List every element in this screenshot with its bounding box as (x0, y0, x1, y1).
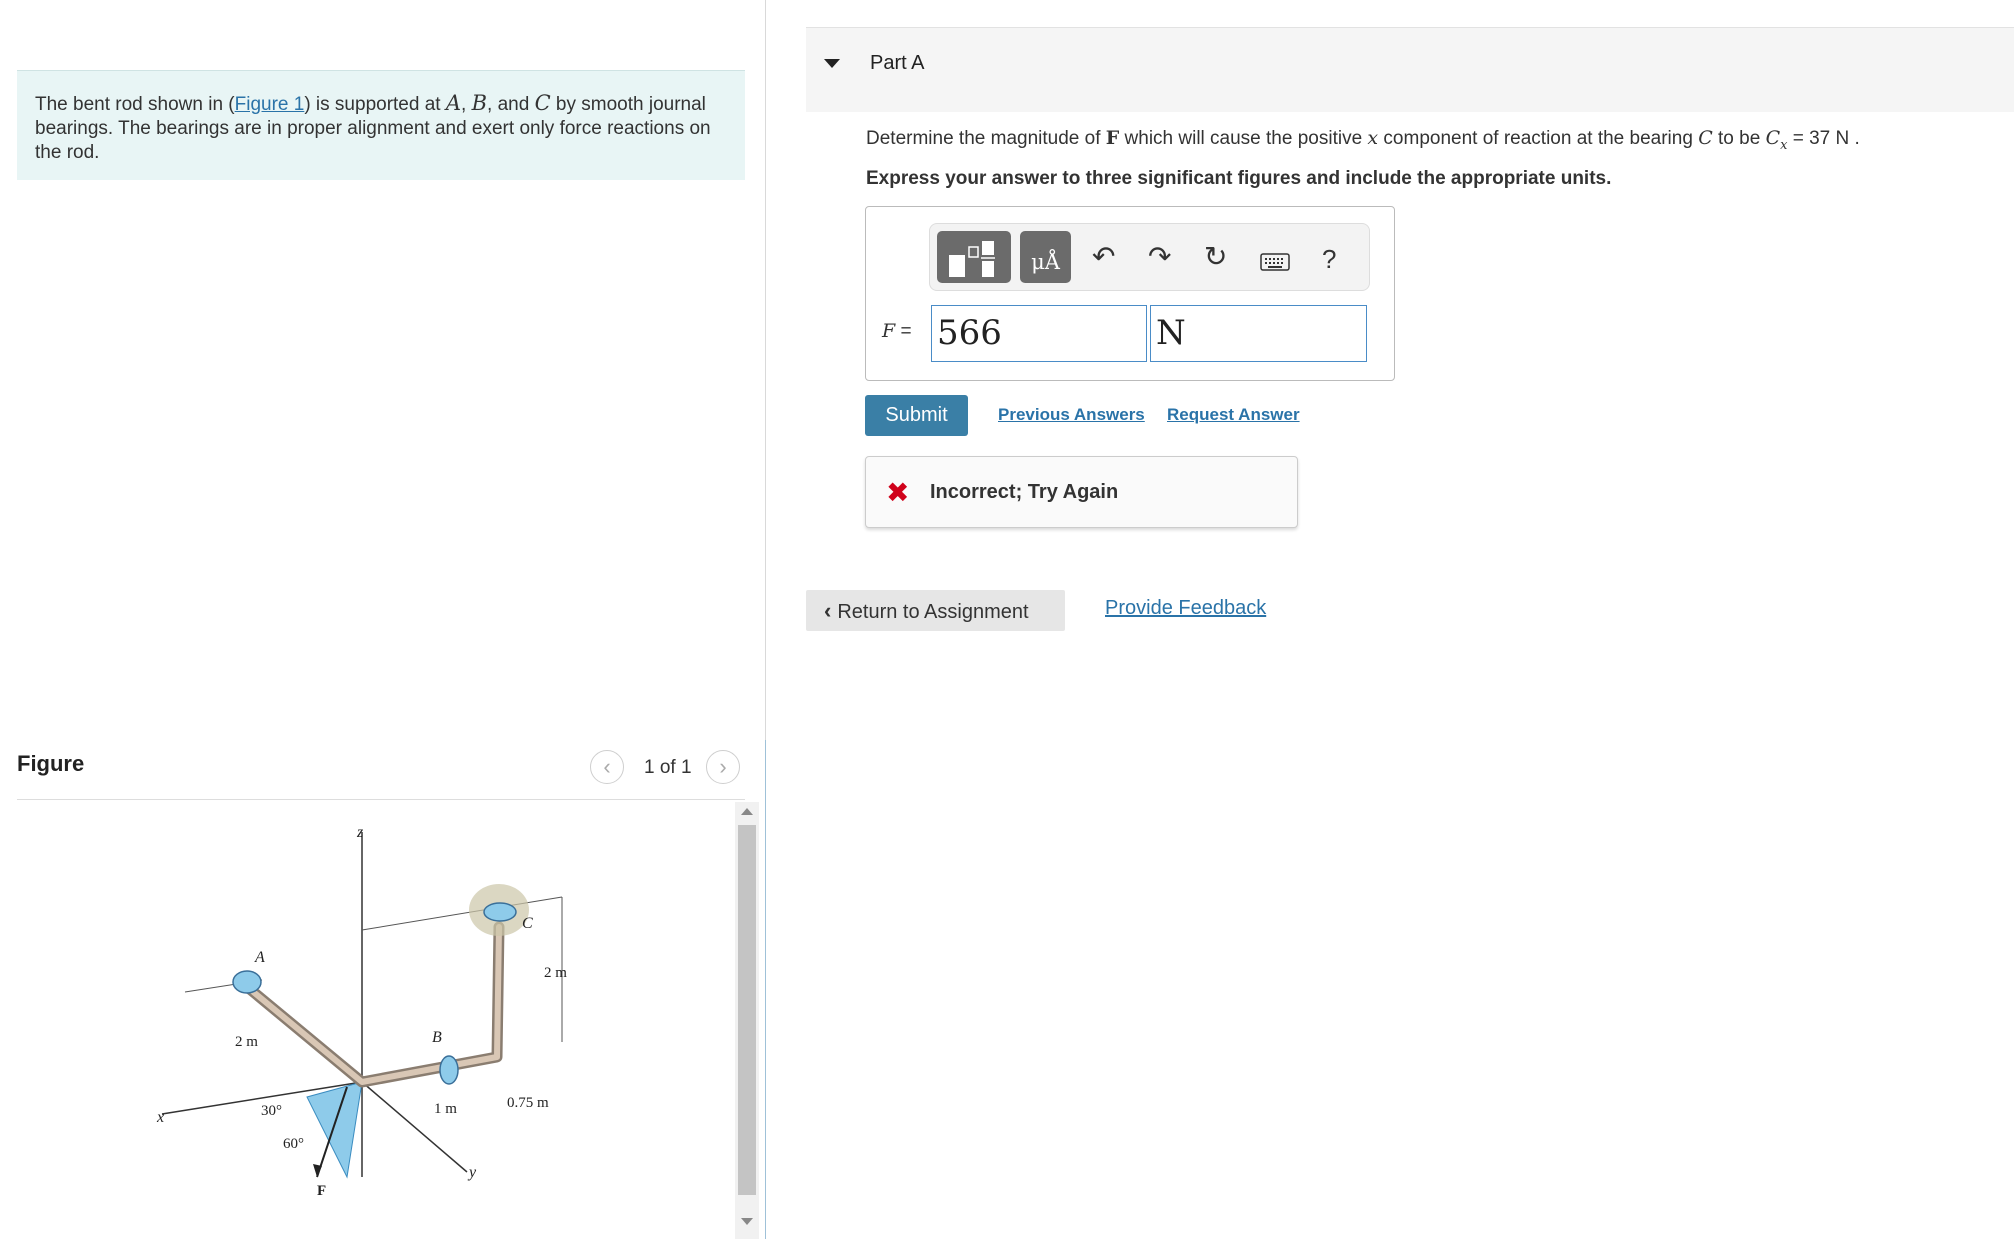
dim-2m-left: 2 m (235, 1034, 258, 1050)
question-fragment: = 37 N . (1787, 128, 1860, 149)
left-panel: The bent rod shown in (Figure 1) is supp… (0, 0, 766, 1239)
math-toolbar: μÅ ↶ ↷ ↻ ? (929, 223, 1370, 291)
figure-link[interactable]: Figure 1 (235, 94, 305, 115)
question-fragment: which will cause the positive (1119, 128, 1368, 149)
axis-z-label: z (356, 824, 364, 841)
previous-answers-link[interactable]: Previous Answers (998, 405, 1145, 425)
caret-down-icon[interactable] (824, 59, 840, 68)
dim-1m: 1 m (434, 1101, 457, 1117)
units-button[interactable]: μÅ (1020, 231, 1071, 283)
figure-scrollbar[interactable] (735, 802, 759, 1239)
templates-icon (949, 241, 995, 277)
math-var-c: C (1698, 127, 1713, 149)
problem-text: , (461, 94, 472, 115)
prev-figure-button[interactable]: ‹ (590, 750, 624, 784)
return-label: Return to Assignment (837, 601, 1029, 623)
math-var-cx: C (1765, 127, 1781, 149)
part-title: Part A (870, 52, 925, 74)
redo-icon[interactable]: ↷ (1148, 240, 1171, 274)
dim-0-75m: 0.75 m (507, 1095, 549, 1111)
question-fragment: to be (1712, 128, 1766, 149)
feedback-message: Incorrect; Try Again (930, 481, 1119, 503)
angle-60-label: 60° (283, 1136, 304, 1152)
keyboard-shape (1260, 253, 1290, 271)
chevron-right-icon: › (719, 754, 727, 779)
error-x-icon: ✖ (886, 477, 910, 508)
problem-text: The bent rod shown in ( (35, 94, 235, 115)
bearing-a (232, 970, 262, 994)
reset-icon[interactable]: ↻ (1204, 240, 1227, 274)
right-panel: Part A Determine the magnitude of F whic… (766, 0, 2014, 1239)
scroll-down-icon[interactable] (741, 1218, 753, 1225)
answer-unit-input[interactable]: N (1150, 305, 1367, 362)
point-b-label: B (432, 1029, 442, 1046)
answer-instruction: Express your answer to three significant… (866, 168, 1612, 189)
math-var-x: x (1367, 127, 1379, 149)
figure-header: Figure ‹ 1 of 1 › (17, 748, 745, 800)
force-label: F (317, 1183, 326, 1199)
force-arrowhead (313, 1164, 322, 1177)
feedback-box: ✖ Incorrect; Try Again (865, 456, 1298, 528)
problem-text: ) is supported at (304, 94, 446, 115)
question-fragment: component of reaction at the bearing (1378, 128, 1699, 149)
provide-feedback-link[interactable]: Provide Feedback (1105, 597, 1266, 620)
dim-2m-right: 2 m (544, 965, 567, 981)
point-c-label: C (522, 915, 533, 932)
keyboard-icon[interactable] (1260, 246, 1290, 280)
figure-title: Figure (17, 751, 85, 776)
axis-x-label: x (156, 1109, 164, 1126)
y-axis-line (361, 1081, 468, 1173)
next-figure-button[interactable]: › (706, 750, 740, 784)
math-var-c: C (534, 91, 551, 115)
return-to-assignment-button[interactable]: ‹ Return to Assignment (806, 590, 1065, 631)
problem-statement: The bent rod shown in (Figure 1) is supp… (17, 70, 745, 180)
answer-var: F (882, 320, 896, 342)
templates-button[interactable] (937, 231, 1011, 283)
math-var-a: A (445, 91, 462, 115)
help-button[interactable]: ? (1322, 242, 1336, 276)
bearing-b (439, 1055, 459, 1085)
scroll-thumb[interactable] (738, 825, 756, 1195)
answer-value-input[interactable]: 566 (931, 305, 1147, 362)
scroll-up-icon[interactable] (741, 808, 753, 815)
problem-text: , and (487, 94, 535, 115)
question-fragment: Determine the magnitude of (866, 128, 1106, 149)
answer-eq: = (895, 321, 912, 342)
math-var-b: B (471, 91, 488, 115)
axis-y-label: y (467, 1164, 477, 1181)
request-answer-link[interactable]: Request Answer (1167, 405, 1300, 425)
force-plane-shape (306, 1081, 363, 1179)
figure-viewport: z x y A B C F 2 m 2 m 1 m 0.75 m 30° 60° (17, 802, 759, 1239)
point-a-label: A (254, 949, 265, 966)
question-text: Determine the magnitude of F which will … (866, 127, 1860, 153)
answer-label: F = (882, 320, 912, 343)
bent-rod (239, 921, 505, 1088)
undo-icon[interactable]: ↶ (1092, 240, 1115, 274)
answer-box: μÅ ↶ ↷ ↻ ? F = 566 N (865, 206, 1395, 381)
chevron-left-icon: ‹ (824, 598, 832, 623)
bearing-c (483, 902, 517, 922)
angle-30-label: 30° (261, 1103, 282, 1119)
part-header[interactable]: Part A (806, 27, 2014, 112)
math-var-f: F (1105, 127, 1120, 149)
chevron-left-icon: ‹ (603, 754, 611, 779)
bent-rod-diagram: z x y A B C F 2 m 2 m 1 m 0.75 m 30° 60° (156, 824, 567, 1199)
submit-button[interactable]: Submit (865, 395, 968, 436)
figure-page-indicator: 1 of 1 (644, 757, 692, 778)
